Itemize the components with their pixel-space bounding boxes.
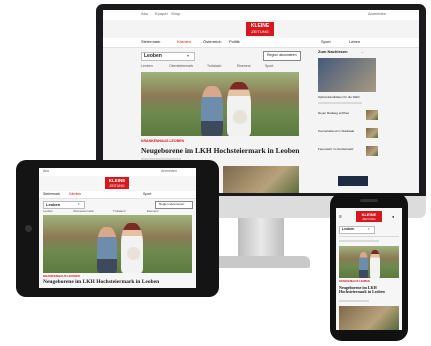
main-nav: Steiermark Kärnten Österreich Politik Sp… bbox=[103, 38, 419, 48]
sidebar: Zum Nachlesen → Spitzenkandidaten für di… bbox=[318, 50, 378, 190]
monitor-stand bbox=[238, 218, 284, 258]
tablet-nav: Steiermark Kärnten Sport bbox=[39, 191, 196, 199]
logo-text-bottom: ZEITUNG bbox=[251, 29, 269, 34]
sidebar-item[interactable]: Spitzenkandidaten für die Wahl bbox=[318, 96, 359, 99]
sidebar-thumb[interactable] bbox=[366, 128, 378, 138]
follow-region-label: Region abonnieren bbox=[159, 202, 185, 206]
menu-icon[interactable]: ≡ bbox=[339, 215, 342, 220]
subnav-item[interactable]: Leoben bbox=[141, 64, 153, 69]
teaser-image[interactable] bbox=[223, 166, 299, 193]
user-icon[interactable]: ● bbox=[392, 215, 394, 219]
article-headline[interactable]: Neugeborene im LKH Hochsteiermark in Leo… bbox=[141, 147, 299, 155]
subnav-item[interactable]: Eisenerz bbox=[237, 64, 251, 69]
sidebar-ad[interactable] bbox=[338, 176, 368, 186]
article-kicker: KRANKENHAUS LEOBEN bbox=[339, 280, 370, 283]
photo-person bbox=[359, 252, 368, 278]
phone-screen: KLEINE ZEITUNG ≡ ● Leoben ▾ KRANKENHAUS … bbox=[336, 208, 402, 330]
logo-text-bottom: ZEITUNG bbox=[362, 217, 376, 221]
hero-photo[interactable] bbox=[43, 215, 192, 273]
chevron-down-icon: ▾ bbox=[368, 227, 370, 231]
nav-item[interactable]: Steiermark bbox=[43, 192, 60, 197]
nav-item-active[interactable]: Kärnten bbox=[177, 40, 191, 44]
nav-item[interactable]: Leben bbox=[349, 40, 360, 44]
photo-person bbox=[227, 82, 251, 136]
subnav-placeholder bbox=[339, 240, 379, 242]
topbar-link[interactable]: Abo bbox=[141, 12, 148, 16]
chevron-down-icon: ▾ bbox=[187, 53, 190, 58]
desktop-topbar: Abo Epaper Shop Anmelden bbox=[103, 10, 419, 20]
sidebar-item[interactable]: Feuerwehr im Großeinsatz bbox=[318, 148, 354, 151]
phone-speaker bbox=[360, 199, 378, 202]
region-select[interactable]: Leoben ▾ bbox=[339, 226, 375, 234]
chevron-down-icon: ▾ bbox=[78, 202, 80, 206]
nav-item[interactable]: Österreich bbox=[203, 40, 221, 44]
photo-baby bbox=[127, 247, 140, 260]
region-select-value: Leoben bbox=[144, 53, 162, 59]
site-logo[interactable]: KLEINE ZEITUNG bbox=[246, 22, 274, 36]
nav-item[interactable]: Sport bbox=[143, 192, 151, 197]
subnav-item[interactable]: Obersteiermark bbox=[73, 210, 94, 213]
subnav-item[interactable]: Obersteiermark bbox=[169, 64, 193, 69]
login-link[interactable]: Anmelden bbox=[161, 169, 177, 174]
tablet-home-button[interactable] bbox=[25, 225, 32, 232]
article-kicker: KRANKENHAUS LEOBEN bbox=[141, 139, 184, 143]
tablet-topbar: Abo Anmelden bbox=[39, 168, 196, 176]
article-headline[interactable]: Neugeborene im LKH Hochsteiermark in Leo… bbox=[43, 279, 159, 286]
region-select[interactable]: Leoben ▾ bbox=[141, 52, 195, 61]
article-kicker: KRANKENHAUS LEOBEN bbox=[43, 274, 80, 278]
login-link[interactable]: Anmelden bbox=[368, 12, 386, 16]
sidebar-thumb[interactable] bbox=[366, 146, 378, 156]
nav-item-active[interactable]: Kärnten bbox=[69, 192, 81, 197]
arrow-right-icon[interactable]: → bbox=[360, 50, 364, 54]
photo-person bbox=[201, 86, 223, 136]
nav-item[interactable]: Steiermark bbox=[141, 40, 160, 44]
site-logo[interactable]: KLEINE ZEITUNG bbox=[105, 177, 129, 189]
subnav-item[interactable]: Sport bbox=[265, 64, 273, 69]
sidebar-thumb[interactable] bbox=[366, 110, 378, 120]
hero-photo[interactable] bbox=[339, 246, 399, 278]
sidebar-item[interactable]: Neuer Radweg eröffnet bbox=[318, 112, 349, 115]
tablet-screen: Abo Anmelden KLEINE ZEITUNG Steiermark K… bbox=[39, 168, 196, 288]
photo-person bbox=[370, 250, 380, 278]
sub-nav: Leoben Obersteiermark Trofaiach Eisenerz bbox=[43, 209, 193, 214]
sidebar-title: Zum Nachlesen bbox=[318, 49, 348, 54]
topbar-link[interactable]: Shop bbox=[171, 12, 180, 16]
divider bbox=[339, 236, 399, 237]
region-select-value: Leoben bbox=[46, 202, 61, 207]
topbar-link[interactable]: Abo bbox=[43, 169, 49, 174]
site-logo[interactable]: KLEINE ZEITUNG bbox=[356, 211, 382, 222]
teaser-image[interactable] bbox=[339, 306, 399, 330]
photo-person bbox=[97, 227, 117, 273]
logo-text-top: KLEINE bbox=[250, 23, 270, 29]
subnav-item[interactable]: Eisenerz bbox=[147, 210, 159, 213]
topbar-link[interactable]: Epaper bbox=[155, 12, 168, 16]
monitor-foot bbox=[212, 256, 310, 268]
subnav-item[interactable]: Leoben bbox=[43, 210, 53, 213]
region-select-value: Leoben bbox=[342, 227, 355, 231]
nav-item[interactable]: Sport bbox=[321, 40, 331, 44]
follow-region-button[interactable]: Region abonnieren bbox=[263, 51, 301, 61]
photo-baby bbox=[233, 110, 247, 124]
region-select[interactable]: Leoben ▾ bbox=[43, 201, 85, 209]
follow-region-label: Region abonnieren bbox=[267, 53, 297, 57]
follow-region-button[interactable]: Region abonnieren bbox=[155, 201, 193, 209]
sub-nav: Leoben Obersteiermark Trofaiach Eisenerz… bbox=[141, 64, 301, 70]
article-meta bbox=[339, 300, 369, 302]
hero-photo[interactable] bbox=[141, 72, 299, 136]
nav-item[interactable]: Politik bbox=[229, 40, 240, 44]
sidebar-image[interactable] bbox=[318, 58, 376, 92]
sidebar-item[interactable]: Konzertabend im Stadtsaal bbox=[318, 130, 354, 133]
subnav-item[interactable]: Trofaiach bbox=[207, 64, 221, 69]
logo-text-bottom: ZEITUNG bbox=[109, 183, 125, 188]
article-headline[interactable]: Neugeborene im LKH Hochsteiermark in Leo… bbox=[339, 285, 399, 294]
sidebar-text bbox=[318, 102, 362, 104]
subnav-item[interactable]: Trofaiach bbox=[113, 210, 125, 213]
